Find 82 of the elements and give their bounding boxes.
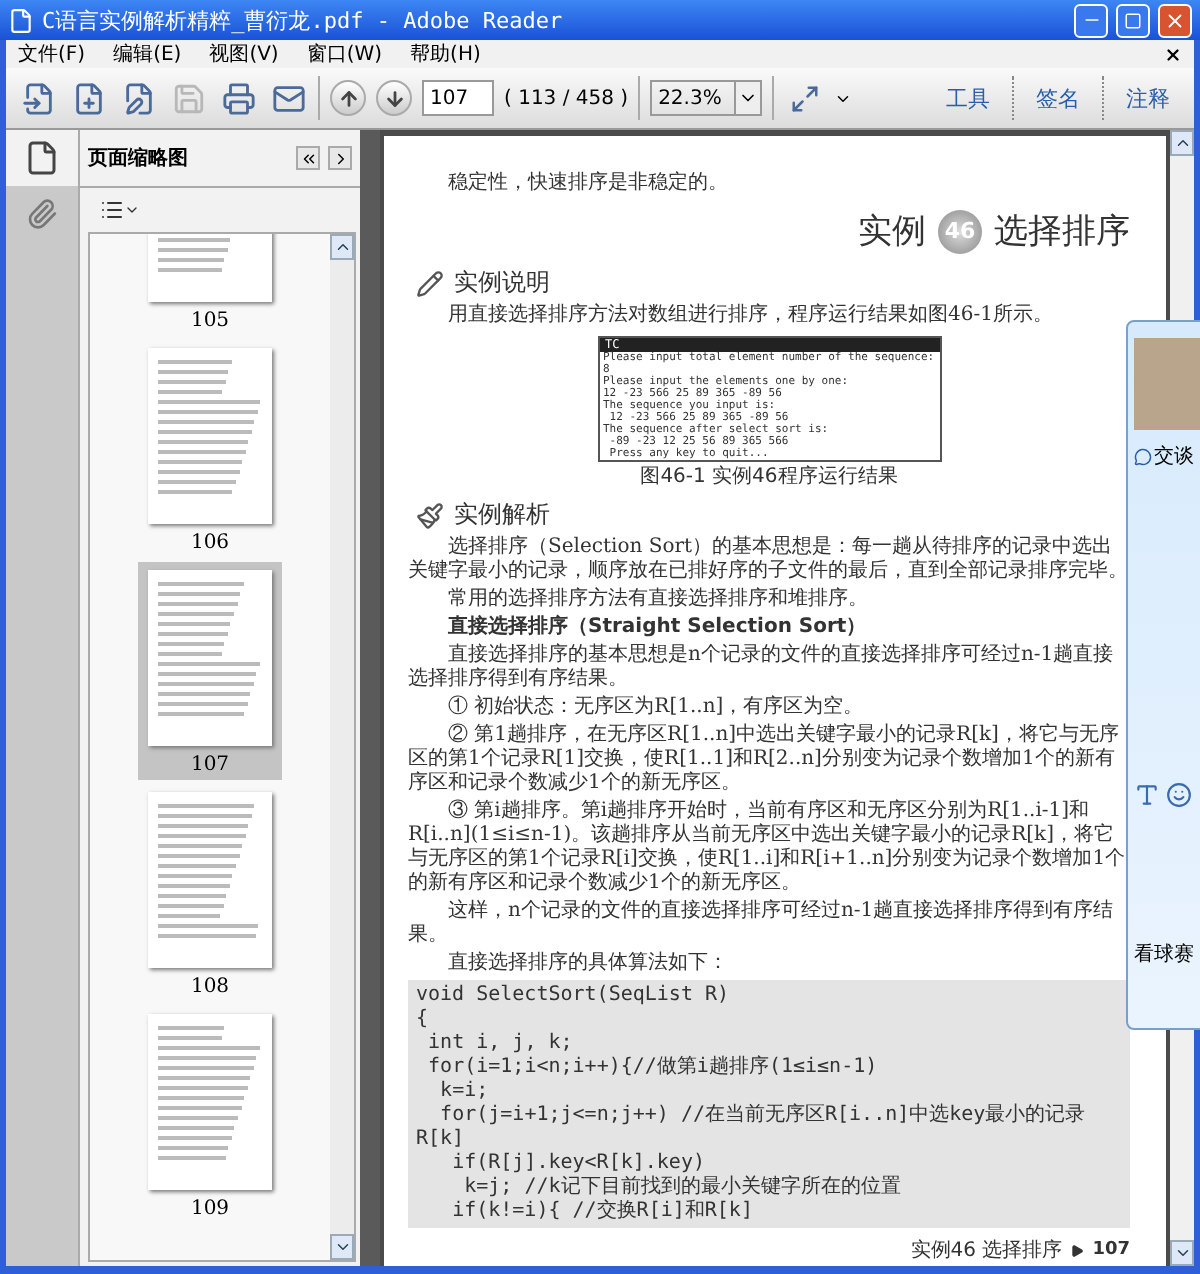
zoom-dropdown-button[interactable]	[734, 80, 763, 116]
save-icon	[171, 81, 205, 115]
photo-placeholder	[1134, 338, 1200, 430]
menu-item[interactable]: 视图(V)	[209, 40, 279, 68]
menu-item[interactable]: 帮助(H)	[410, 40, 481, 68]
down-arrow-icon	[383, 87, 405, 109]
body-paragraph: 这样，n个记录的文件的直接选择排序可经过n-1趟直接选择排序得到有序结果。	[408, 900, 1116, 948]
double-chevron-icon	[299, 149, 317, 167]
new-file-icon	[71, 81, 105, 115]
down-chevron-icon	[1173, 1244, 1191, 1262]
scroll-up-button[interactable]	[1170, 130, 1194, 156]
code-line: k=i;	[438, 1080, 491, 1104]
chapter-number: 46	[938, 209, 982, 253]
menu-item[interactable]: 编辑(E)	[113, 40, 182, 68]
body-paragraph: ② 第1趟排序，在无序区R[1..n]中选出关键字最小的记录R[k]，将它与无序区的第1个记录R[1]交换，使R[1..1]和R[2..n]分别变为记录个数增加1个的新有序区和记录个数减少1个的新无序区。	[408, 724, 1121, 796]
menu-item[interactable]: 窗口(W)	[306, 40, 383, 68]
code-line: if(k!=i){ //交换R[i]和R[k]	[450, 1200, 755, 1224]
expand-button[interactable]	[328, 146, 352, 170]
envelope-icon	[271, 81, 305, 115]
font-icon[interactable]	[1134, 782, 1160, 808]
task-button[interactable]: 工具	[934, 83, 1002, 113]
scroll-down-button[interactable]	[1170, 1240, 1194, 1266]
task-button[interactable]: 签名	[1024, 83, 1092, 113]
code-line: k=j; //k记下目前找到的最小关键字所在的位置	[462, 1176, 903, 1199]
body-paragraph: ① 初始状态：无序区为R[1..n]，有序区为空。	[446, 696, 866, 720]
menu-item[interactable]: 文件(F)	[18, 40, 86, 68]
pencil-icon	[416, 269, 444, 297]
section-heading: 实例说明	[454, 266, 550, 300]
page-count: ( 113 / 458 )	[504, 87, 629, 109]
panel-title: 页面缩略图	[88, 145, 190, 172]
speech-bubble-icon	[1134, 447, 1152, 465]
window-title: C语言实例解析精粹_曹衍龙.pdf - Adobe Reader	[42, 5, 565, 35]
down-chevron-icon	[333, 1238, 351, 1256]
section-heading: 实例解析	[454, 498, 550, 532]
scroll-up-button[interactable]	[330, 234, 354, 260]
close-icon	[1164, 9, 1186, 31]
next-page-button[interactable]	[376, 80, 412, 116]
chapter-title: 选择排序	[994, 210, 1130, 254]
zoom-field[interactable]: 22.3%	[650, 80, 735, 116]
scroll-down-button[interactable]	[330, 1234, 354, 1260]
body-paragraph: 稳定性，快速排序是非稳定的。	[446, 172, 730, 196]
previous-page-button[interactable]	[330, 80, 366, 116]
page-footer: 实例46 选择排序	[910, 1236, 1063, 1264]
code-line: void SelectSort(SeqList R)	[416, 984, 732, 1008]
page-thumbnail[interactable]: 107	[138, 562, 282, 780]
body-paragraph: 常用的选择排序方法有直接选择排序和堆排序。	[446, 588, 870, 612]
collapse-button[interactable]	[296, 146, 320, 170]
chat-message: 看球赛	[1134, 941, 1196, 968]
caret-icon	[124, 202, 140, 218]
maximize-button[interactable]	[1116, 3, 1150, 37]
maximize-icon	[1124, 11, 1142, 29]
smiley-icon[interactable]	[1166, 782, 1192, 808]
paperclip-icon[interactable]	[26, 198, 58, 230]
subheading: 直接选择排序（Straight Selection Sort）	[446, 616, 869, 640]
task-button[interactable]: 注释	[1114, 83, 1182, 113]
close-button[interactable]	[1158, 3, 1192, 37]
expand-arrows-icon	[789, 83, 820, 113]
figure-caption: 图46-1 实例46程序运行结果	[640, 466, 898, 490]
code-line: {	[416, 1008, 429, 1032]
up-chevron-icon	[1173, 134, 1191, 152]
code-line: if(R[j].key<R[k].key)	[450, 1152, 707, 1175]
page-icon[interactable]	[24, 140, 60, 176]
edit-file-icon	[121, 81, 155, 115]
chat-button[interactable]: 交谈	[1134, 442, 1194, 470]
printer-icon	[221, 81, 255, 115]
code-line: for(i=1;i<n;i++){//做第i趟排序(1≤i≤n-1)	[426, 1056, 880, 1080]
triangle-icon	[1070, 1243, 1085, 1257]
up-arrow-icon	[337, 87, 359, 109]
body-paragraph: ③ 第i趟排序。第i趟排序开始时，当前有序区和无序区分别为R[1..i-1]和R[i..n](1≤i≤n-1)。该趟排序从当前无序区中选出关键字最小的记录R[k]，将它与无序区的第1个记录R[i]交换，使R[1..i]和R[i+1..n]分别变为记录个数增加1个的新有序区和记录个数减少1个的新无序区。	[408, 800, 1128, 896]
body-paragraph: 直接选择排序的具体算法如下：	[446, 952, 730, 976]
page-number: 107	[1092, 1240, 1130, 1260]
chapter-label: 实例	[858, 210, 926, 254]
page-number-field[interactable]: 107	[422, 80, 494, 116]
open-file-icon	[21, 81, 55, 115]
up-chevron-icon	[333, 238, 351, 256]
body-paragraph: 直接选择排序的基本思想是n个记录的文件的直接选择排序可经过n-1趟直接选择排序得到有序结果。	[408, 644, 1116, 692]
code-line: int i, j, k;	[426, 1032, 575, 1056]
body-paragraph: 选择排序（Selection Sort）的基本思想是：每一趟从待排序的记录中选出关键字最小的记录，顺序放在已排好序的子文件的最后，直到全部记录排序完毕。	[408, 536, 1130, 584]
brush-icon	[416, 501, 444, 529]
close-icon[interactable]	[1164, 45, 1182, 63]
body-paragraph: 用直接选择排序方法对数组进行排序，程序运行结果如图46-1所示。	[446, 304, 1055, 328]
minimize-button[interactable]	[1074, 3, 1108, 37]
